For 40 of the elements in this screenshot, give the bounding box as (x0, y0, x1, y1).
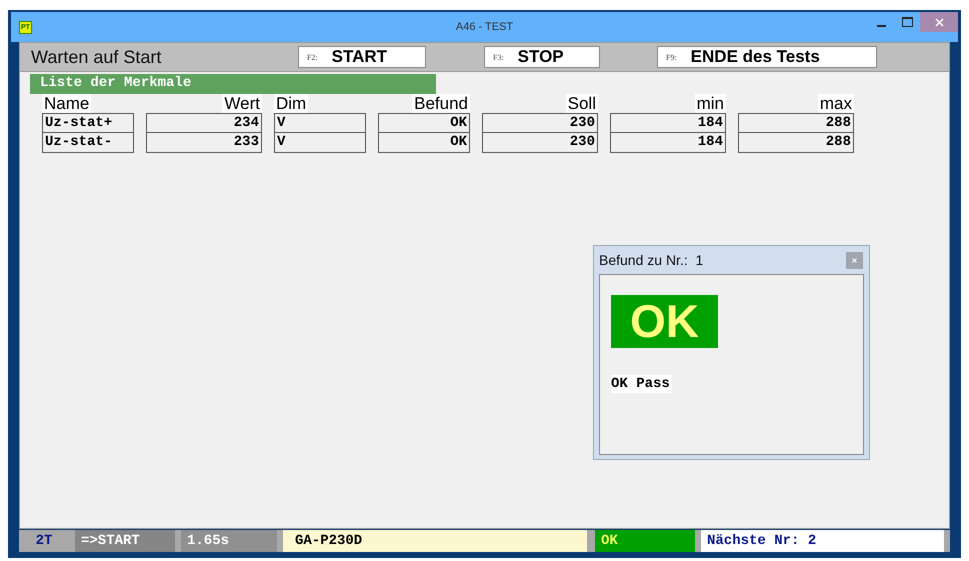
close-icon (934, 18, 944, 26)
minimize-icon (876, 25, 886, 27)
close-button[interactable] (920, 12, 958, 32)
result-message: OK Pass (611, 375, 672, 393)
status-field: 1.65s (181, 530, 277, 552)
column-header: Soll (566, 94, 598, 113)
status-field: OK (595, 530, 695, 552)
function-key-button[interactable]: F3: STOP (484, 46, 600, 68)
verdict-label: OK (611, 295, 718, 348)
table-cell: 184 (610, 133, 726, 153)
table-cell: 184 (610, 113, 726, 133)
table-cell: OK (378, 133, 470, 153)
table-cell: Uz-stat- (42, 133, 134, 153)
status-field: =>START (75, 530, 175, 552)
list-title: Liste der Merkmale (30, 74, 436, 94)
column-header: max (818, 94, 854, 113)
table-cell: 230 (482, 113, 598, 133)
table-cell: Uz-stat+ (42, 113, 134, 133)
status-text: Warten auf Start (31, 46, 162, 68)
maximize-icon (902, 17, 912, 27)
window-title: A46 - TEST (456, 21, 514, 33)
result-window-title: Befund zu Nr.: 1 (599, 252, 704, 268)
table-cell: 230 (482, 133, 598, 153)
column-header: min (694, 94, 726, 113)
close-icon (852, 258, 857, 262)
table-cell: OK (378, 113, 470, 133)
table-cell: V (274, 113, 366, 133)
column-header: Name (42, 94, 92, 113)
column-header: Dim (274, 94, 308, 113)
table-cell: 233 (146, 133, 262, 153)
status-field: Nächste Nr: 2 (701, 530, 944, 552)
function-key-button[interactable]: F2: START (298, 46, 426, 68)
table-cell: 288 (738, 113, 854, 133)
function-key-button[interactable]: F9: ENDE des Tests (657, 46, 877, 68)
status-field: GA-P230D (283, 530, 587, 552)
table-cell: 234 (146, 113, 262, 133)
table-cell: V (274, 133, 366, 153)
table-cell: 288 (738, 133, 854, 153)
column-header: Befund (412, 94, 470, 113)
column-header: Wert (222, 94, 262, 113)
